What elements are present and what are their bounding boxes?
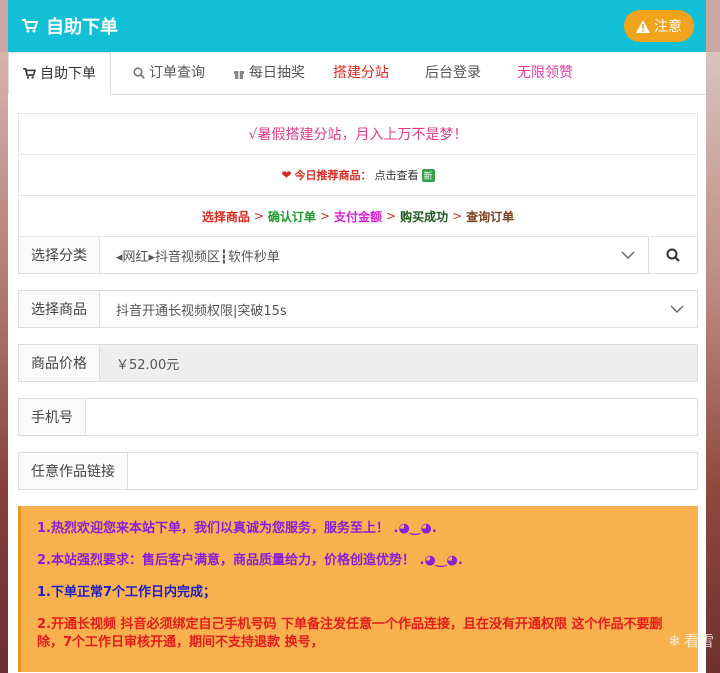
header-title-text: 自助下单	[46, 17, 118, 38]
tab-label: 订单查询	[149, 65, 205, 81]
watermark-text: 看雪	[683, 632, 714, 650]
link-input[interactable]	[128, 453, 697, 489]
price-field: 商品价格 ￥52.00元	[18, 344, 698, 382]
slogan-row: √暑假搭建分站，月入上万不是梦！	[19, 114, 697, 155]
link-field: 任意作品链接	[18, 452, 698, 490]
order-steps: 选择商品 > 确认订单 > 支付金额 > 购买成功 > 查询订单	[202, 208, 514, 225]
category-field: 选择分类 ◂网红▸抖音视频区┇软件秒单	[18, 237, 698, 274]
step-pay: 支付金额	[333, 209, 382, 224]
step-arrow: >	[386, 209, 397, 223]
product-label: 选择商品	[19, 291, 100, 327]
gift-icon	[234, 71, 244, 79]
tab-admin-login[interactable]: 后台登录	[411, 52, 495, 94]
phone-label: 手机号	[19, 399, 86, 435]
notice-button-label: 注意	[654, 19, 682, 35]
step-success: 购买成功	[400, 209, 449, 224]
cart-icon	[23, 68, 36, 79]
heart-icon: ❤	[281, 168, 292, 182]
search-icon	[666, 248, 680, 262]
tab-label: 自助下单	[40, 65, 96, 82]
steps-row: 选择商品 > 确认订单 > 支付金额 > 购买成功 > 查询订单	[19, 196, 697, 236]
order-panel: 自助下单 注意 自助下单 订单查询 每日抽奖 搭建分站 后台登录 无限领赞 √暑…	[8, 0, 706, 673]
product-select[interactable]: 抖音开通长视频权限|突破15s	[100, 291, 657, 327]
snowflake-icon: ❄	[668, 631, 681, 650]
tab-label: 搭建分站	[333, 65, 389, 81]
category-search-button[interactable]	[648, 237, 697, 273]
background-left	[0, 52, 8, 673]
category-select[interactable]: ◂网红▸抖音视频区┇软件秒单	[100, 237, 608, 273]
panel-header: 自助下单 注意	[8, 0, 706, 52]
price-label: 商品价格	[19, 345, 100, 381]
link-label: 任意作品链接	[19, 453, 128, 489]
notice-panel: 1.热烈欢迎您来本站下单，我们以真诚为您服务，服务至上！ .◕‿◕. 2.本站强…	[18, 506, 698, 672]
cart-icon	[22, 19, 38, 33]
watermark: ❄ 看雪	[668, 630, 714, 651]
info-box: √暑假搭建分站，月入上万不是梦！ ❤ 今日推荐商品： 点击查看 新 选择商品 >…	[18, 113, 698, 237]
recommend-line: ❤ 今日推荐商品： 点击查看 新	[281, 167, 435, 183]
slogan-text: √暑假搭建分站，月入上万不是梦！	[248, 127, 468, 143]
category-label: 选择分类	[19, 237, 100, 273]
chevron-down-icon[interactable]	[608, 237, 648, 273]
tab-unlimited-likes[interactable]: 无限领赞	[503, 52, 587, 94]
step-query: 查询订单	[466, 209, 515, 224]
notice-line: 2.开通长视频 抖音必须绑定自己手机号码 下单备注发任意一个作品连接，且在没有开…	[37, 617, 663, 650]
new-badge: 新	[421, 168, 435, 182]
phone-field: 手机号	[18, 398, 698, 436]
nav-tabs: 自助下单 订单查询 每日抽奖 搭建分站 后台登录 无限领赞	[8, 52, 706, 95]
price-value: ￥52.00元	[100, 345, 697, 381]
notice-line: 1.下单正常7个工作日内完成；	[37, 585, 217, 600]
tab-daily-lottery[interactable]: 每日抽奖	[219, 52, 319, 94]
tab-order-query[interactable]: 订单查询	[119, 52, 219, 94]
chevron-down-icon[interactable]	[657, 291, 697, 327]
notice-button[interactable]: 注意	[624, 10, 694, 42]
step-arrow: >	[319, 209, 330, 223]
warning-icon	[636, 19, 650, 33]
phone-input[interactable]	[86, 399, 697, 435]
tab-label: 无限领赞	[517, 65, 573, 81]
recommend-row: ❤ 今日推荐商品： 点击查看 新	[19, 155, 697, 196]
tab-self-order[interactable]: 自助下单	[8, 52, 111, 95]
tab-label: 每日抽奖	[249, 65, 305, 81]
tab-build-substation[interactable]: 搭建分站	[319, 52, 403, 94]
step-confirm: 确认订单	[267, 209, 316, 224]
background-right	[706, 52, 720, 673]
header-title: 自助下单	[22, 13, 118, 39]
product-field: 选择商品 抖音开通长视频权限|突破15s	[18, 290, 698, 328]
step-arrow: >	[452, 209, 463, 223]
step-arrow: >	[253, 209, 264, 223]
search-icon	[133, 67, 145, 79]
content-area: √暑假搭建分站，月入上万不是梦！ ❤ 今日推荐商品： 点击查看 新 选择商品 >…	[8, 95, 706, 672]
recommend-link[interactable]: 点击查看	[375, 167, 419, 183]
step-select: 选择商品	[201, 209, 250, 224]
tab-label: 后台登录	[425, 65, 481, 81]
recommend-label: 今日推荐商品：	[294, 169, 372, 182]
notice-line: 2.本站强烈要求：售后客户满意，商品质量给力，价格创造优势！ .◕‿◕.	[37, 553, 463, 568]
notice-line: 1.热烈欢迎您来本站下单，我们以真诚为您服务，服务至上！ .◕‿◕.	[37, 521, 437, 536]
